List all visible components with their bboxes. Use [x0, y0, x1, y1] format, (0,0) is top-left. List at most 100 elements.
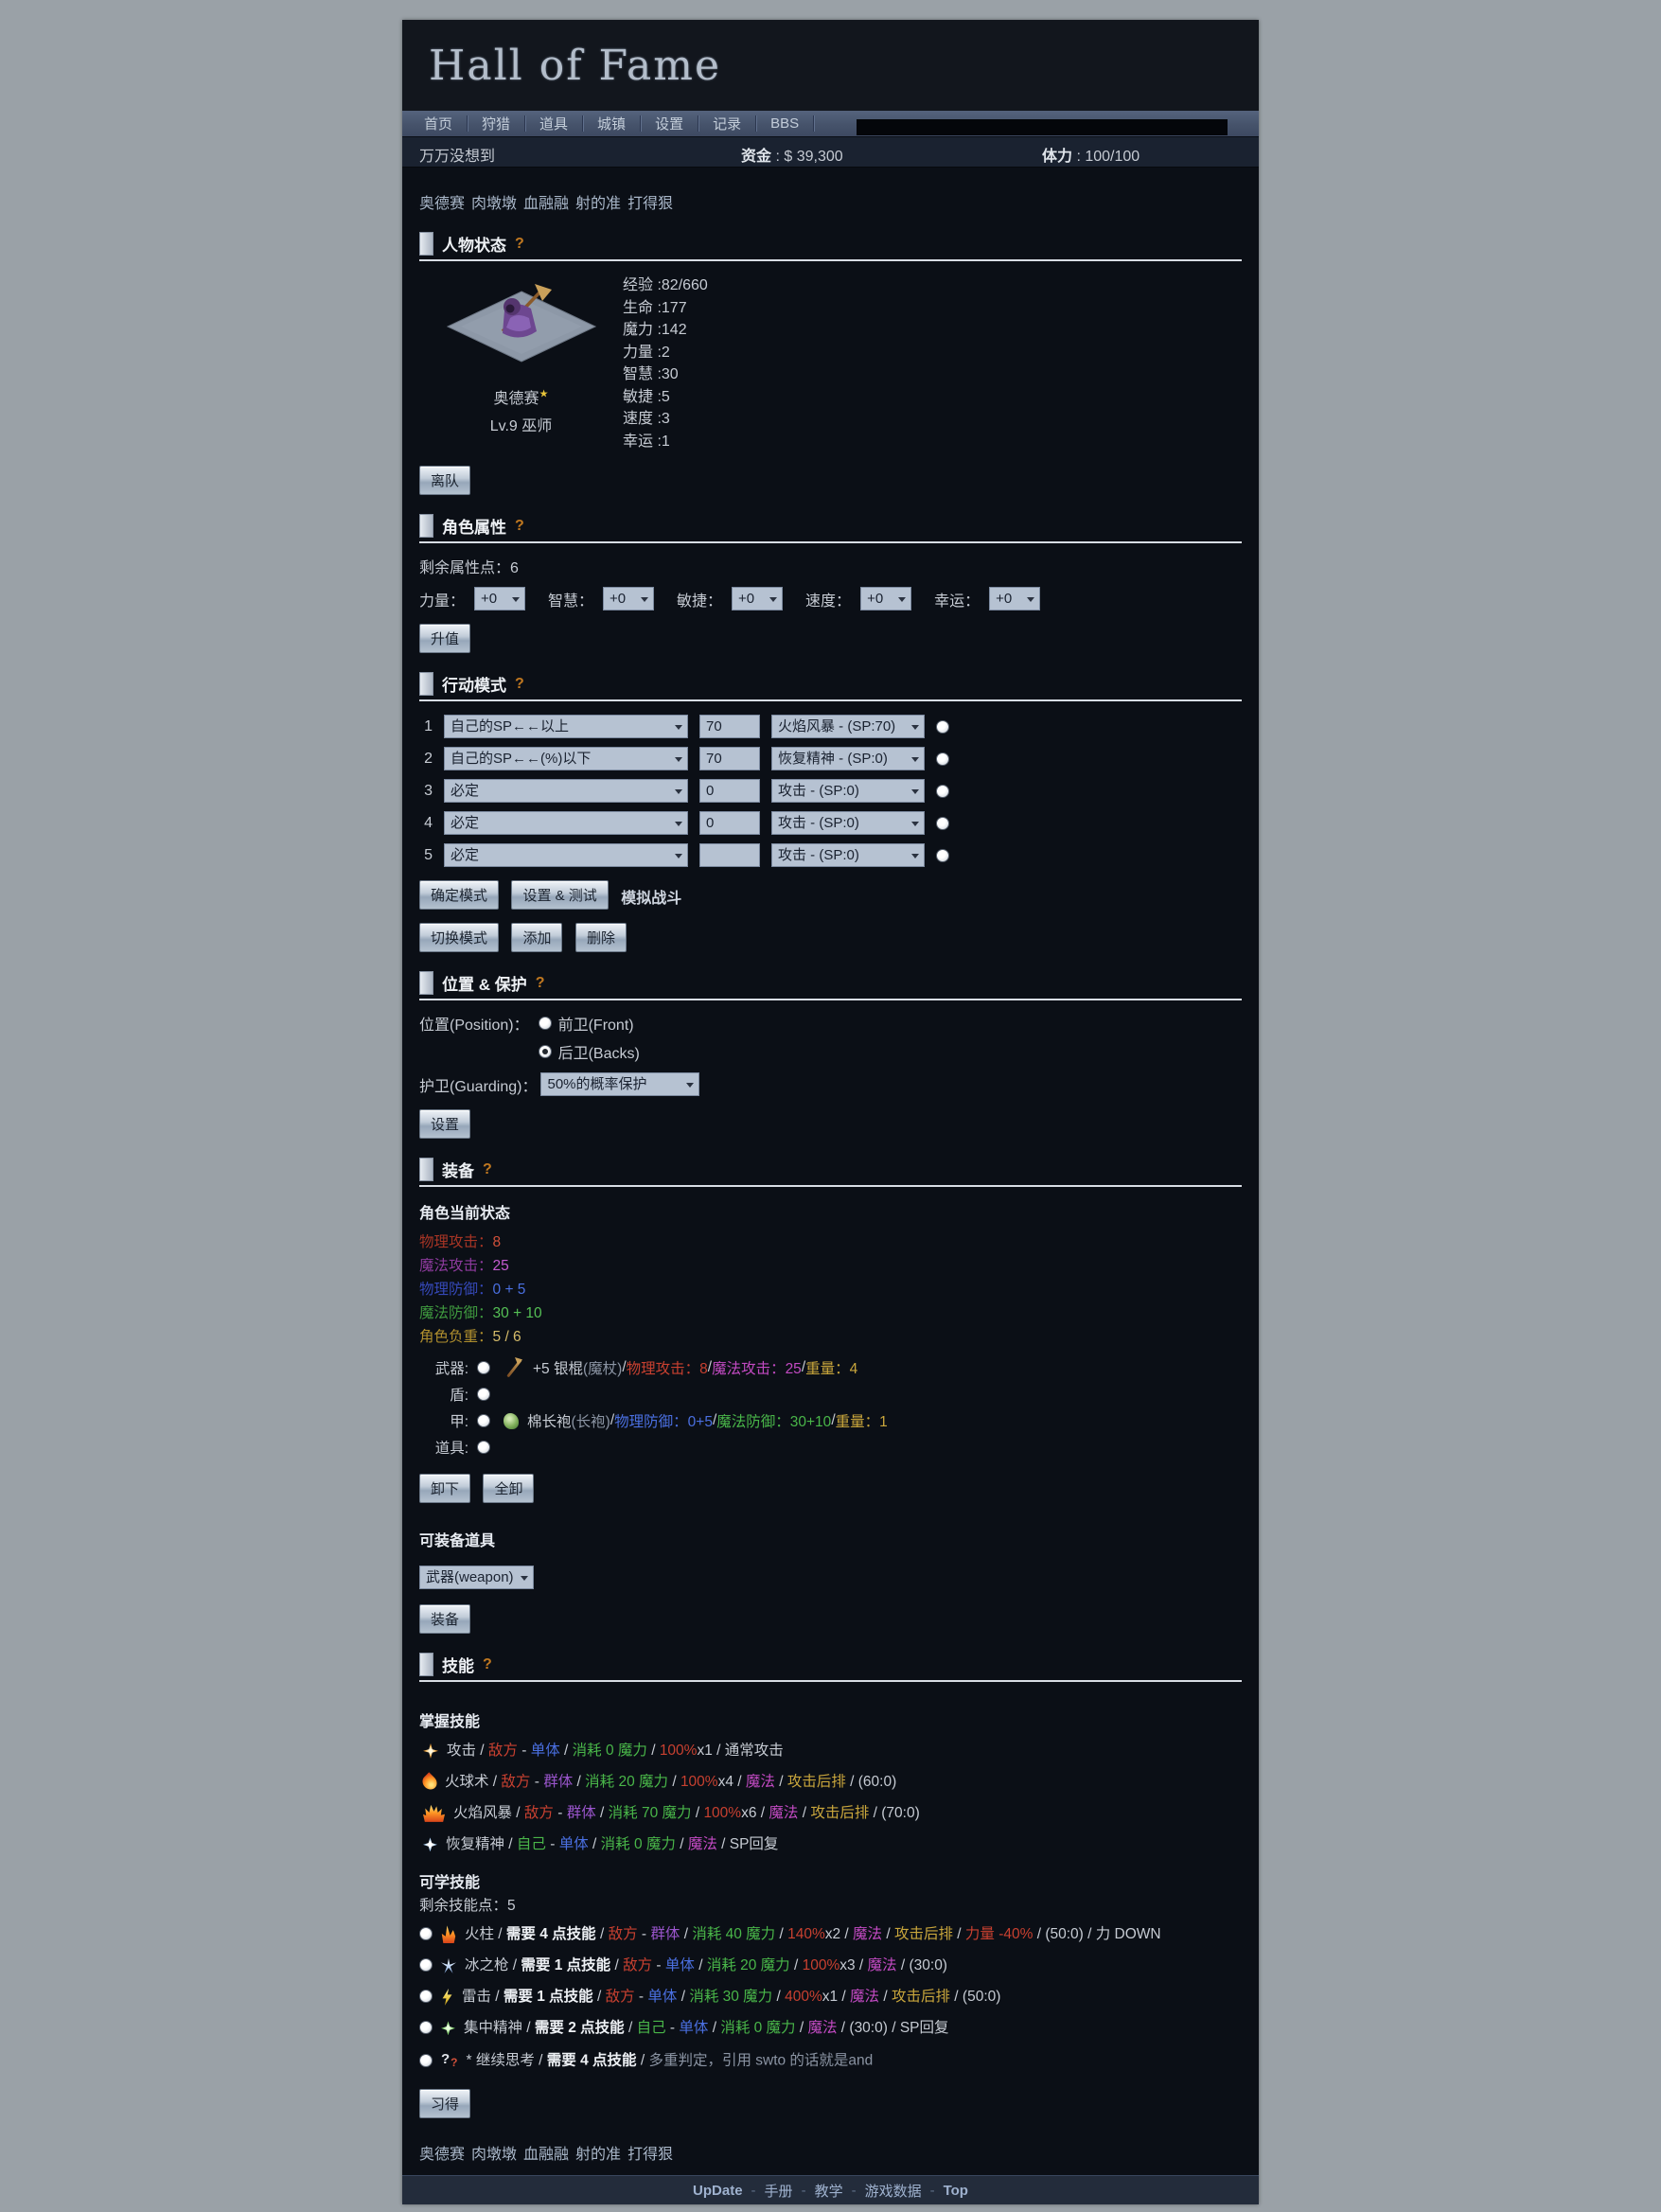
position-option-back[interactable]: 后卫(Backs)	[539, 1040, 640, 1063]
member-link-4[interactable]: 射的准	[575, 196, 621, 212]
help-link[interactable]: ?	[483, 1161, 492, 1178]
nav-item-1[interactable]: 首页	[410, 114, 467, 133]
nav-item-6[interactable]: 记录	[698, 114, 755, 133]
nav-item-7[interactable]: BBS	[756, 115, 813, 132]
set-and-test-button[interactable]: 设置 & 测试	[511, 880, 608, 910]
skill-select[interactable]: 攻击 - (SP:0)	[771, 811, 925, 835]
robe-icon	[504, 1413, 519, 1429]
remaining-skill-points: 剩余技能点：5	[419, 1894, 1242, 1915]
skill-select[interactable]: 攻击 - (SP:0)	[771, 843, 925, 867]
footer-link-3[interactable]: 教学	[815, 2181, 843, 2201]
member-link-1[interactable]: 奥德赛	[419, 2147, 465, 2163]
skill-select[interactable]: 火焰风暴 - (SP:70)	[771, 715, 925, 738]
condition-select[interactable]: 必定	[444, 811, 688, 835]
member-link-3[interactable]: 血融融	[523, 2147, 569, 2163]
unequip-button[interactable]: 卸下	[419, 1474, 470, 1503]
action-mode-radio[interactable]	[936, 720, 949, 734]
text-segment: /	[953, 1926, 965, 1942]
footer-link-2[interactable]: 手册	[765, 2181, 793, 2201]
attribute-select[interactable]: +0	[474, 587, 525, 611]
text-segment: 物理防御：0+5	[614, 1410, 713, 1431]
member-link-2[interactable]: 肉墩墩	[471, 196, 517, 212]
text-segment: /	[790, 1957, 803, 1973]
nav-item-4[interactable]: 城镇	[583, 114, 640, 133]
condition-value-input[interactable]	[699, 811, 760, 835]
section-marker	[419, 971, 433, 995]
equip-button[interactable]: 装备	[419, 1604, 470, 1634]
add-button[interactable]: 添加	[511, 923, 562, 952]
text-segment: -	[554, 1805, 567, 1821]
guard-select-wrap: 50%的概率保护	[540, 1072, 699, 1096]
help-link[interactable]: ?	[515, 676, 524, 693]
help-link[interactable]: ?	[515, 236, 524, 253]
member-link-5[interactable]: 打得狠	[627, 196, 673, 212]
equip-slot-radio[interactable]	[477, 1441, 490, 1454]
skill-select[interactable]: 恢复精神 - (SP:0)	[771, 747, 925, 770]
equip-slot-radio[interactable]	[477, 1414, 490, 1427]
condition-select[interactable]: 自己的SP←←以上	[444, 715, 688, 738]
front-label: 前卫(Front)	[558, 1012, 634, 1035]
back-radio[interactable]	[539, 1045, 552, 1058]
attribute-select[interactable]: +0	[860, 587, 911, 611]
member-link-2[interactable]: 肉墩墩	[471, 2147, 517, 2163]
condition-select[interactable]: 自己的SP←←(%)以下	[444, 747, 688, 770]
member-link-3[interactable]: 血融融	[523, 196, 569, 212]
footer-link-5[interactable]: Top	[944, 2183, 968, 2199]
attribute-select-wrap: +0	[989, 587, 1040, 611]
attribute-select[interactable]: +0	[989, 587, 1040, 611]
front-radio[interactable]	[539, 1017, 552, 1030]
equip-category-select[interactable]: 武器(weapon)	[419, 1566, 534, 1589]
action-mode-radio[interactable]	[936, 849, 949, 862]
delete-button[interactable]: 删除	[575, 923, 627, 952]
member-link-1[interactable]: 奥德赛	[419, 196, 465, 212]
confirm-mode-button[interactable]: 确定模式	[419, 880, 499, 910]
skill-select[interactable]: 攻击 - (SP:0)	[771, 779, 925, 803]
action-mode-radio[interactable]	[936, 785, 949, 798]
text-segment: 需要 1 点技能	[521, 1957, 610, 1973]
condition-select[interactable]: 必定	[444, 779, 688, 803]
help-link[interactable]: ?	[536, 975, 545, 992]
help-link[interactable]: ?	[483, 1656, 492, 1673]
thunder-bolt-icon	[441, 1989, 453, 2006]
leave-party-button[interactable]: 离队	[419, 466, 470, 495]
position-option-front[interactable]: 前卫(Front)	[539, 1012, 640, 1035]
text-segment: 雷击 /	[462, 1989, 504, 2005]
text-segment: 火焰风暴 /	[453, 1805, 524, 1821]
attribute-select[interactable]: +0	[603, 587, 654, 611]
action-mode-radio[interactable]	[936, 817, 949, 830]
footer-link-4[interactable]: 游戏数据	[865, 2181, 922, 2201]
nav-item-5[interactable]: 设置	[641, 114, 698, 133]
equip-slot-radio[interactable]	[477, 1388, 490, 1401]
learn-skill-radio[interactable]	[419, 2054, 433, 2067]
section-marker	[419, 1158, 433, 1181]
help-link[interactable]: ?	[515, 518, 524, 535]
condition-select[interactable]: 必定	[444, 843, 688, 867]
nav-item-2[interactable]: 狩猎	[468, 114, 524, 133]
condition-value-input[interactable]	[699, 779, 760, 803]
learn-skill-radio[interactable]	[419, 1958, 433, 1972]
text-segment: /	[708, 2020, 720, 2036]
attribute-select[interactable]: +0	[732, 587, 783, 611]
guard-select[interactable]: 50%的概率保护	[540, 1072, 699, 1096]
upgrade-button[interactable]: 升值	[419, 624, 470, 653]
switch-mode-button[interactable]: 切换模式	[419, 923, 499, 952]
member-link-4[interactable]: 射的准	[575, 2147, 621, 2163]
section-title: 角色属性	[442, 514, 506, 538]
member-link-5[interactable]: 打得狠	[627, 2147, 673, 2163]
learn-skill-radio[interactable]	[419, 1990, 433, 2003]
footer-link-1[interactable]: UpDate	[693, 2183, 743, 2199]
marquee-strip	[857, 119, 1228, 135]
unequip-all-button[interactable]: 全卸	[483, 1474, 534, 1503]
skill-select-wrap: 攻击 - (SP:0)	[771, 843, 925, 867]
equip-slot-radio[interactable]	[477, 1361, 490, 1374]
condition-value-input[interactable]	[699, 715, 760, 738]
action-mode-radio[interactable]	[936, 752, 949, 766]
condition-value-input[interactable]	[699, 747, 760, 770]
position-set-button[interactable]: 设置	[419, 1109, 470, 1139]
condition-value-input[interactable]	[699, 843, 760, 867]
nav-item-3[interactable]: 道具	[525, 114, 582, 133]
learn-skill-radio[interactable]	[419, 2021, 433, 2034]
learn-skill-radio[interactable]	[419, 1927, 433, 1940]
learn-button[interactable]: 习得	[419, 2089, 470, 2118]
simulate-battle-link[interactable]: 模拟战斗	[621, 891, 681, 907]
